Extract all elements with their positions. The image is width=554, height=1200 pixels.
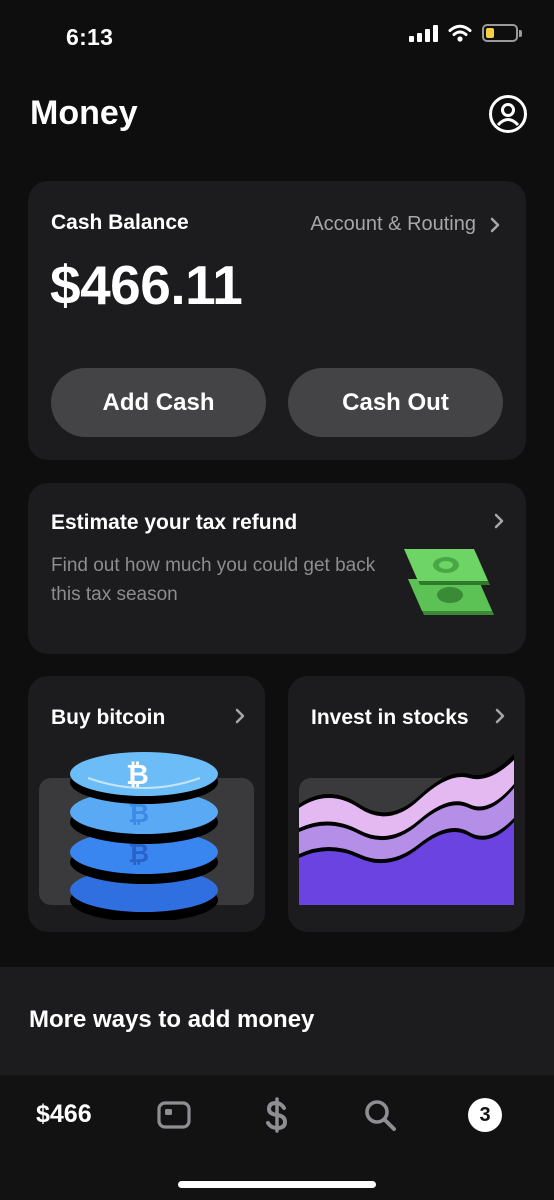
tab-balance[interactable]: $466 — [36, 1100, 92, 1129]
money-stack-icon — [404, 549, 494, 615]
invest-stocks-card[interactable]: Invest in stocks — [288, 676, 525, 932]
cash-out-button[interactable]: Cash Out — [288, 368, 503, 437]
cash-balance-label: Cash Balance — [51, 211, 189, 234]
chevron-right-icon — [495, 708, 505, 724]
buy-bitcoin-card[interactable]: Buy bitcoin ₿ ₿ ₿ — [28, 676, 265, 932]
add-cash-button[interactable]: Add Cash — [51, 368, 266, 437]
chevron-right-icon — [494, 513, 504, 529]
invest-stocks-title: Invest in stocks — [311, 706, 469, 729]
chevron-right-icon — [490, 217, 500, 232]
activity-badge[interactable]: 3 — [468, 1098, 502, 1132]
wifi-icon — [448, 24, 472, 42]
card-icon[interactable] — [156, 1097, 192, 1133]
battery-level — [486, 28, 494, 38]
search-icon[interactable] — [362, 1097, 398, 1133]
chevron-right-icon — [235, 708, 245, 724]
battery-icon — [482, 24, 522, 42]
stocks-chart-icon — [299, 754, 514, 905]
status-time: 6:13 — [66, 24, 114, 50]
page-title: Money — [30, 94, 138, 132]
status-icons — [409, 24, 522, 42]
bitcoin-coins-icon: ₿ ₿ ₿ — [70, 752, 218, 920]
account-routing-label: Account & Routing — [310, 213, 476, 235]
tax-refund-card[interactable]: Estimate your tax refund Find out how mu… — [28, 483, 526, 654]
balance-amount: $466.11 — [50, 254, 243, 316]
home-indicator[interactable] — [178, 1181, 376, 1188]
tax-refund-title: Estimate your tax refund — [51, 511, 298, 534]
status-bar: 6:13 — [0, 0, 554, 74]
tax-refund-description: Find out how much you could get back thi… — [51, 555, 376, 605]
account-routing-link[interactable]: Account & Routing — [310, 213, 500, 236]
cash-balance-card: Cash Balance Account & Routing $466.11 A… — [28, 181, 526, 460]
signal-icon — [409, 24, 438, 42]
buy-bitcoin-title: Buy bitcoin — [51, 706, 166, 729]
more-ways-title: More ways to add money — [29, 1006, 315, 1033]
svg-text:₿: ₿ — [126, 758, 149, 791]
profile-icon[interactable] — [488, 94, 528, 134]
dollar-icon[interactable] — [259, 1097, 295, 1133]
